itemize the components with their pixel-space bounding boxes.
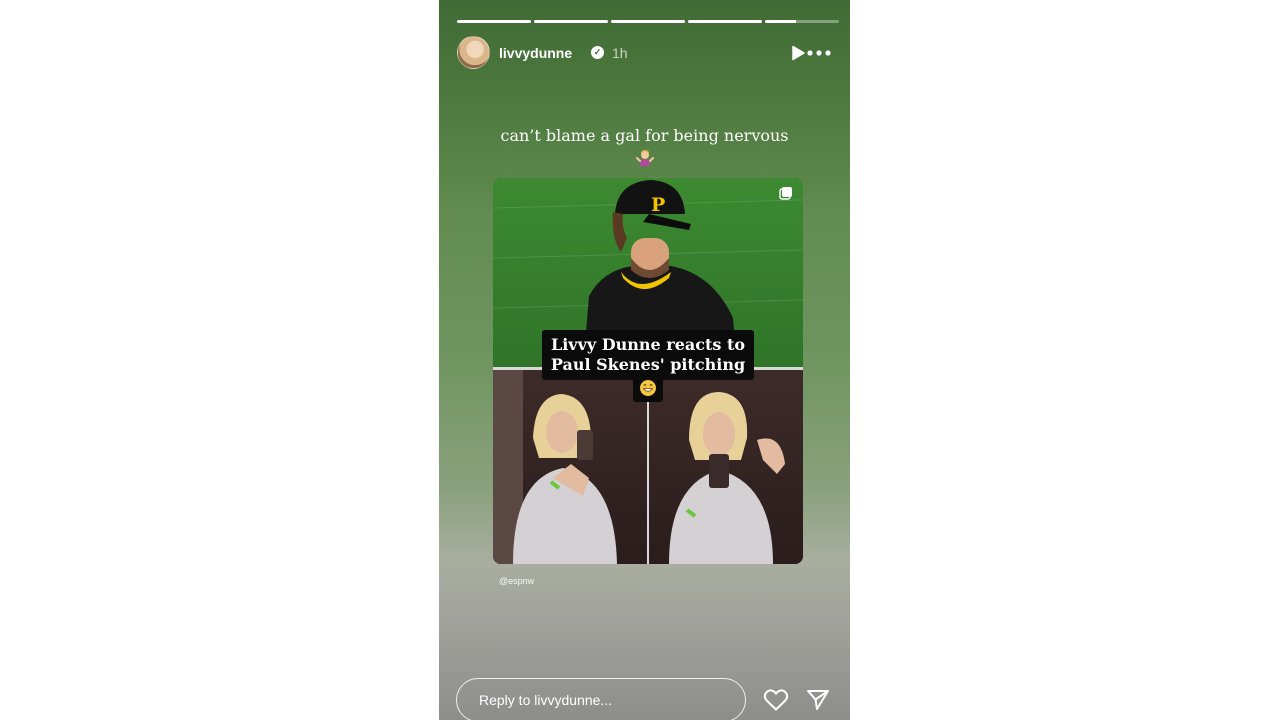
- post-headline-line1: Livvy Dunne reacts to: [550, 335, 746, 354]
- heart-icon[interactable]: [763, 688, 789, 712]
- progress-segment: [457, 20, 531, 23]
- cap-logo: P: [651, 194, 665, 216]
- grinning-emoji: [640, 380, 656, 396]
- progress-segment: [611, 20, 685, 23]
- play-icon[interactable]: [790, 45, 806, 61]
- post-headline-line2: Paul Skenes' pitching: [550, 355, 746, 374]
- time-ago: 1h: [612, 45, 628, 61]
- send-icon[interactable]: [806, 688, 830, 712]
- more-icon[interactable]: [806, 45, 832, 61]
- shared-post[interactable]: P Livvy Dunne reacts to Paul Skenes' pit…: [493, 178, 803, 564]
- progress-segment: [534, 20, 608, 23]
- post-headline: Livvy Dunne reacts to Paul Skenes' pitch…: [542, 330, 754, 380]
- story-header: livvydunne ✓ 1h: [457, 36, 839, 70]
- progress-segment: [688, 20, 762, 23]
- post-credit[interactable]: @espnw: [499, 576, 534, 586]
- story-viewer[interactable]: livvydunne ✓ 1h can’t blame a gal for be…: [439, 0, 850, 720]
- story-caption: can’t blame a gal for being nervous: [500, 126, 789, 145]
- story-progress-bar: [457, 20, 839, 23]
- multiple-posts-icon: [779, 187, 792, 200]
- avatar[interactable]: [457, 36, 490, 69]
- verified-badge-icon: ✓: [591, 46, 604, 59]
- progress-segment: [765, 20, 839, 23]
- reply-input[interactable]: Reply to livvydunne...: [456, 678, 746, 720]
- woman-shrugging-emoji: [636, 150, 654, 166]
- username[interactable]: livvydunne: [499, 45, 572, 61]
